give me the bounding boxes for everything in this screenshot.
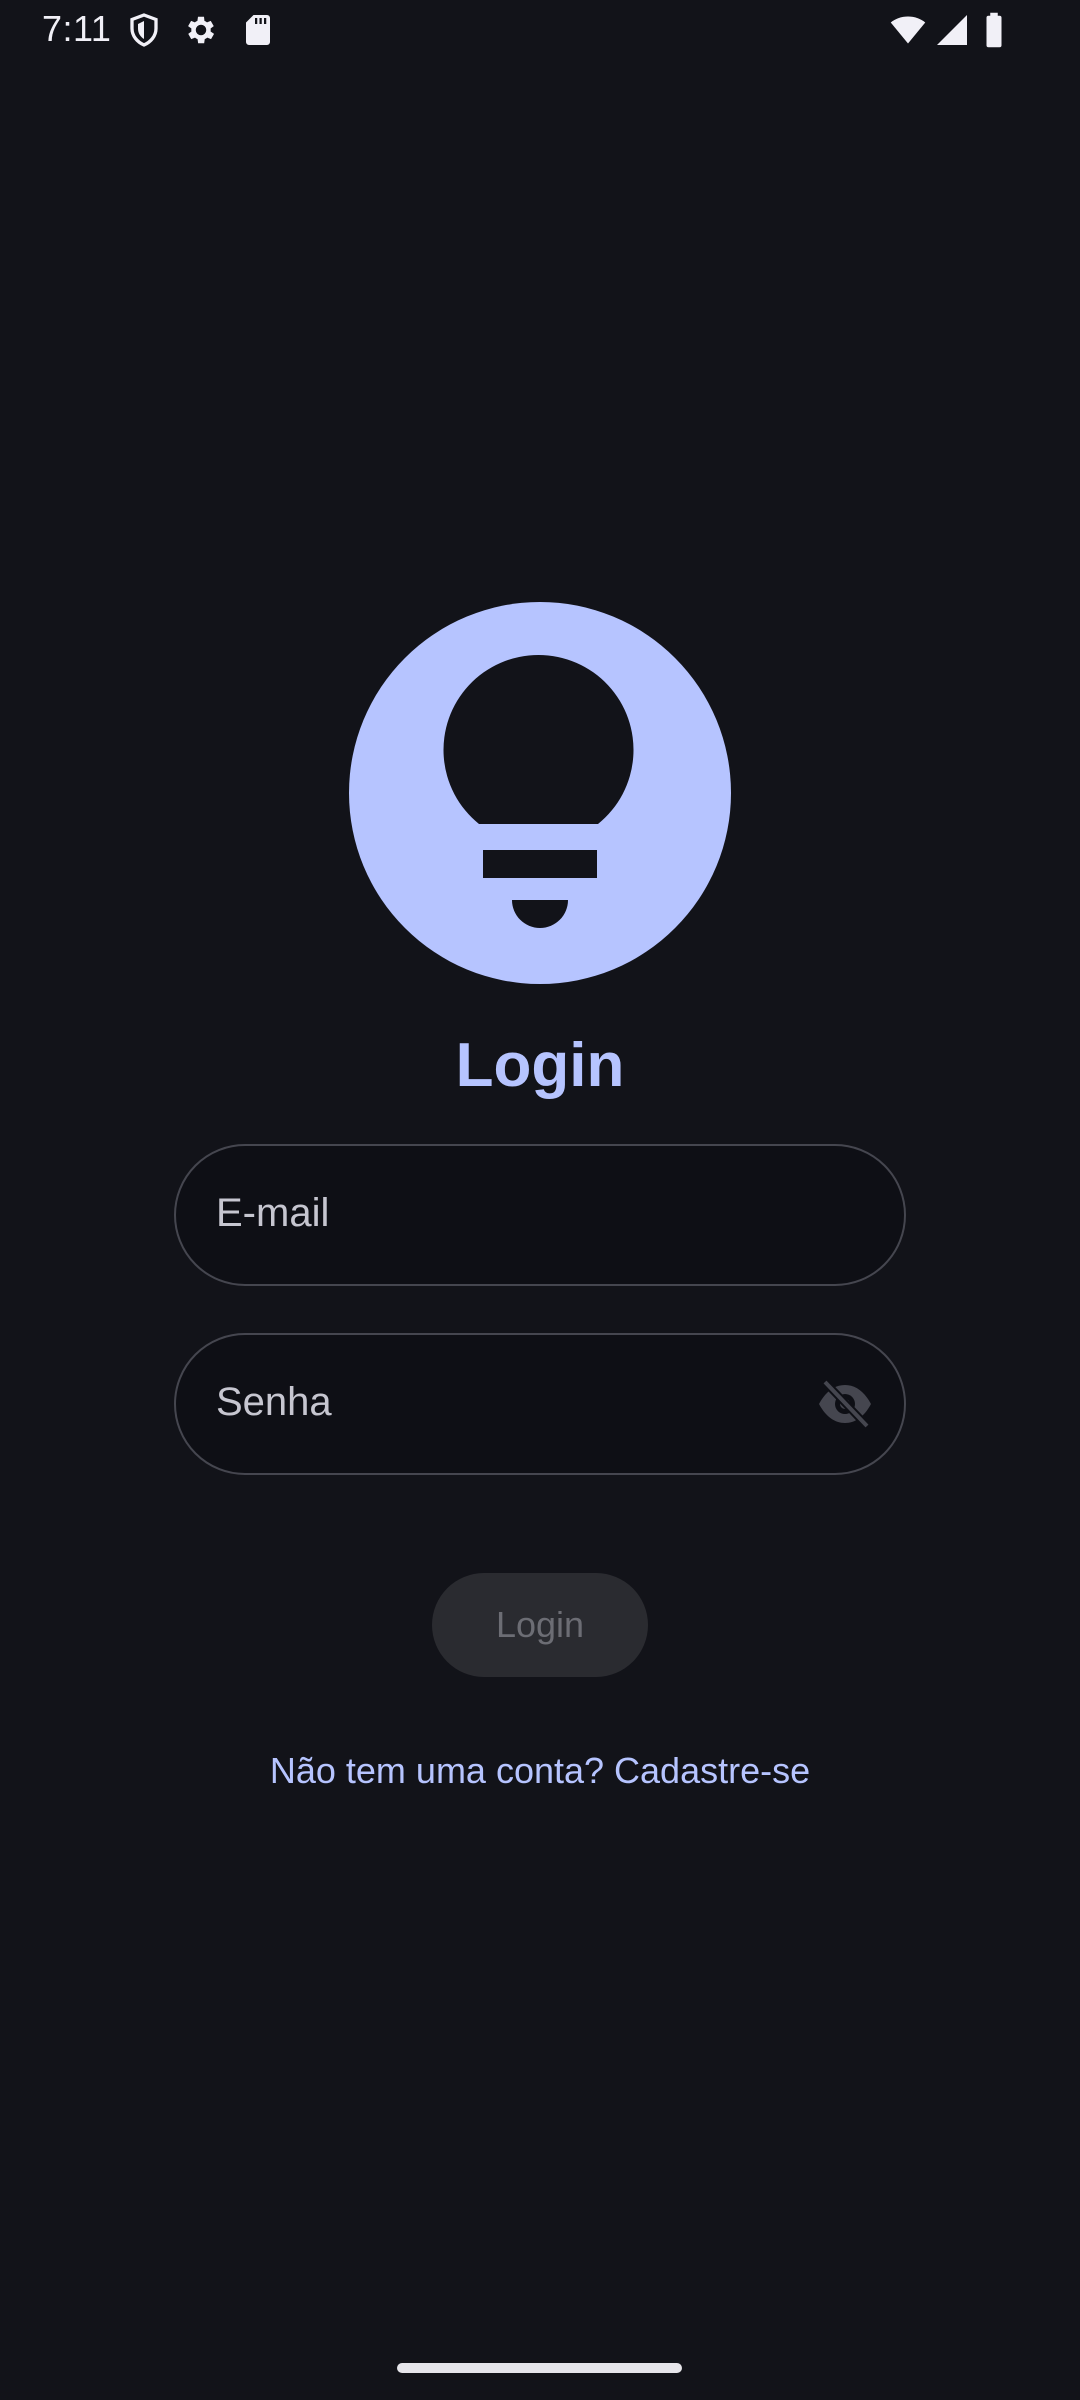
visibility-off-icon[interactable]	[816, 1378, 874, 1430]
login-button[interactable]: Login	[432, 1573, 648, 1677]
status-time: 7:11	[42, 8, 112, 49]
app-logo	[349, 602, 731, 984]
email-field[interactable]: E-mail	[174, 1144, 906, 1286]
shield-icon	[126, 12, 162, 48]
email-placeholder: E-mail	[216, 1191, 330, 1235]
page-title: Login	[455, 1031, 625, 1100]
home-indicator[interactable]	[397, 2363, 682, 2373]
password-placeholder: Senha	[216, 1380, 332, 1424]
password-field[interactable]: Senha	[174, 1333, 906, 1475]
battery-icon	[982, 12, 1006, 48]
status-bar: 7:11	[0, 0, 1080, 62]
signup-link[interactable]: Não tem uma conta? Cadastre-se	[0, 1750, 1080, 1792]
wifi-icon	[888, 12, 928, 48]
lightbulb-icon	[443, 654, 634, 928]
settings-gear-icon	[183, 12, 219, 48]
sd-card-icon	[240, 12, 276, 48]
cell-signal-icon	[934, 12, 970, 48]
